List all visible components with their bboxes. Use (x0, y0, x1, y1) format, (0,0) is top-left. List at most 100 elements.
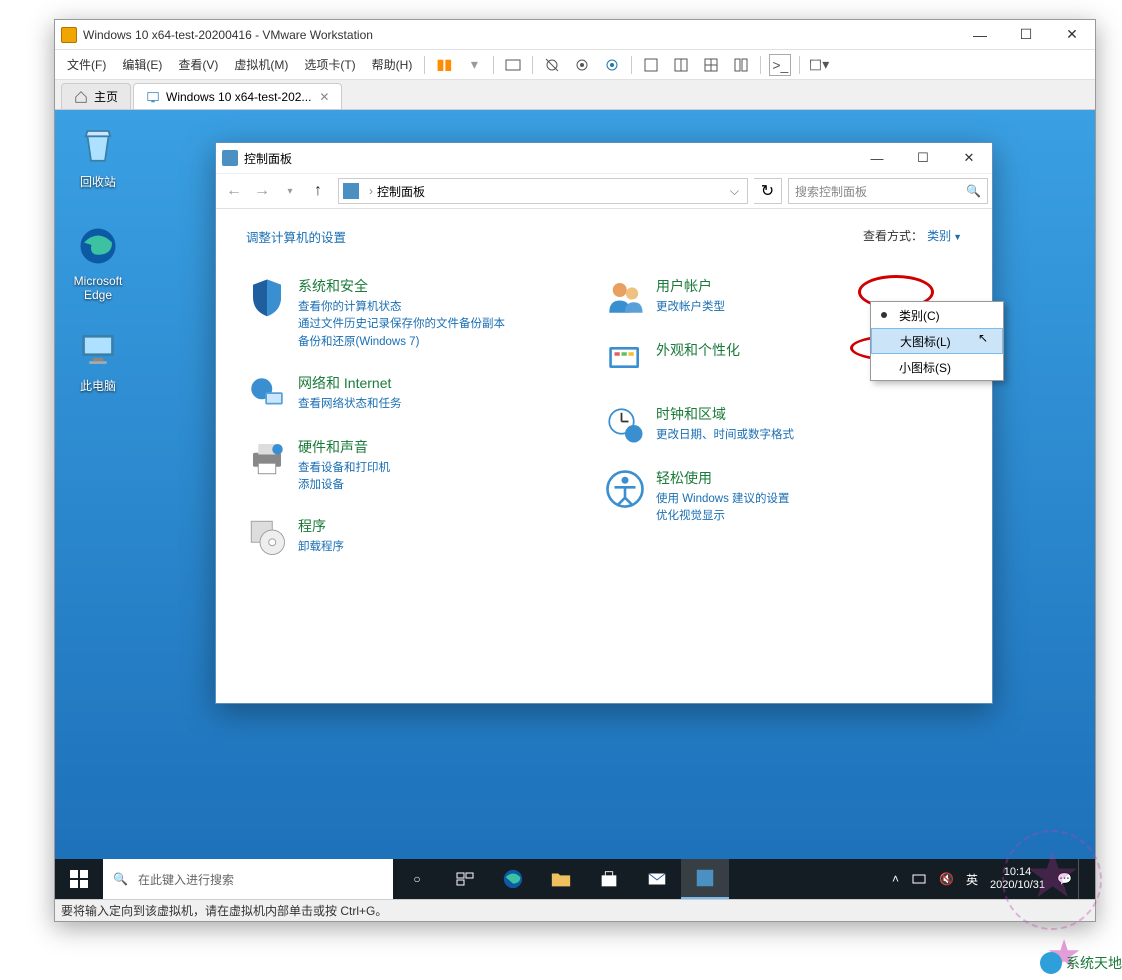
tab-close-icon[interactable]: ✕ (319, 90, 329, 104)
category-link[interactable]: 更改帐户类型 (656, 299, 725, 316)
refresh-button[interactable]: ↻ (754, 178, 782, 204)
view-grid-icon[interactable] (700, 54, 722, 76)
category-title: 外观和个性化 (656, 340, 740, 360)
category-link[interactable]: 添加设备 (298, 477, 390, 494)
windows-icon (70, 870, 88, 888)
option-label: 小图标(S) (899, 359, 951, 376)
revert-icon[interactable] (601, 54, 623, 76)
address-text: 控制面板 (377, 183, 425, 200)
category-link[interactable]: 优化视觉显示 (656, 508, 790, 525)
cp-close-button[interactable]: ✕ (946, 143, 992, 173)
cp-maximize-button[interactable]: ☐ (900, 143, 946, 173)
view-by-dropdown[interactable]: 类别▼ (927, 227, 962, 244)
view-by-option-category[interactable]: 类别(C) (871, 302, 1003, 328)
category-network[interactable]: 网络和 Internet 查看网络状态和任务 (246, 373, 604, 415)
stop-icon[interactable]: ▾ (463, 54, 485, 76)
nav-back-button[interactable]: ← (220, 177, 248, 205)
category-link[interactable]: 通过文件历史记录保存你的文件备份副本 (298, 316, 505, 333)
tray-clock[interactable]: 10:14 2020/10/31 (984, 859, 1051, 899)
address-dropdown-icon[interactable]: ⌵ (726, 184, 743, 199)
start-button[interactable] (55, 859, 103, 899)
taskbar-search-placeholder: 在此键入进行搜索 (138, 871, 234, 888)
printer-icon (246, 437, 288, 479)
minimize-button[interactable]: — (957, 20, 1003, 49)
chevron-down-icon: ▼ (953, 232, 962, 242)
nav-history-button[interactable]: ▾ (276, 177, 304, 205)
taskbar-control-panel[interactable] (681, 859, 729, 899)
view-by-value: 类别 (927, 229, 951, 243)
clock-globe-icon (604, 404, 646, 446)
menu-edit[interactable]: 编辑(E) (114, 53, 170, 76)
taskbar-store[interactable] (585, 859, 633, 899)
category-title: 硬件和声音 (298, 437, 390, 457)
vmware-title: Windows 10 x64-test-20200416 - VMware Wo… (83, 28, 957, 42)
tray-network-icon[interactable] (905, 859, 933, 899)
category-link[interactable]: 使用 Windows 建议的设置 (656, 491, 790, 508)
desktop-icon-recycle-bin[interactable]: 回收站 (61, 124, 135, 190)
category-link[interactable]: 备份和还原(Windows 7) (298, 334, 505, 351)
desktop-icon-this-pc[interactable]: 此电脑 (61, 328, 135, 394)
control-panel-icon (222, 150, 238, 166)
fullscreen-icon[interactable]: ▾ (808, 54, 830, 76)
address-bar[interactable]: › 控制面板 ⌵ (338, 178, 748, 204)
pause-icon[interactable]: ▮▮ (433, 54, 455, 76)
option-label: 大图标(L) (900, 333, 951, 350)
ease-of-access-icon (604, 468, 646, 510)
chevron-right-icon: › (369, 184, 373, 198)
guest-desktop[interactable]: 回收站 Microsoft Edge 此电脑 控制面板 — ☐ ✕ ← → ▾ (55, 110, 1095, 899)
category-clock-region[interactable]: 时钟和区域 更改日期、时间或数字格式 (604, 404, 962, 446)
view-single-icon[interactable] (640, 54, 662, 76)
tab-vm[interactable]: Windows 10 x64-test-202... ✕ (133, 83, 342, 109)
tray-ime[interactable]: 英 (960, 859, 984, 899)
view-by-option-small-icons[interactable]: 小图标(S) (871, 354, 1003, 380)
cortana-button[interactable]: ○ (393, 859, 441, 899)
view-split-icon[interactable] (670, 54, 692, 76)
globe-icon (246, 373, 288, 415)
tray-volume-icon[interactable]: 🔇 (933, 859, 960, 899)
view-by-option-large-icons[interactable]: 大图标(L) ↖ (871, 328, 1003, 354)
category-link[interactable]: 查看网络状态和任务 (298, 396, 402, 413)
show-desktop-button[interactable] (1078, 859, 1091, 899)
cp-heading: 调整计算机的设置 (246, 227, 962, 246)
menu-tabs[interactable]: 选项卡(T) (296, 53, 363, 76)
snapshot-icon[interactable] (541, 54, 563, 76)
address-icon (343, 183, 359, 199)
category-link[interactable]: 卸载程序 (298, 539, 344, 556)
tab-home[interactable]: 主页 (61, 83, 131, 109)
view-custom-icon[interactable] (730, 54, 752, 76)
store-icon (598, 868, 620, 890)
menu-file[interactable]: 文件(F) (59, 53, 114, 76)
maximize-button[interactable]: ☐ (1003, 20, 1049, 49)
console-icon[interactable]: >_ (769, 54, 791, 76)
send-ctrl-alt-del-icon[interactable] (502, 54, 524, 76)
close-button[interactable]: ✕ (1049, 20, 1095, 49)
tray-up-icon[interactable]: ˄ (886, 859, 905, 899)
task-view-button[interactable] (441, 859, 489, 899)
vmware-titlebar: Windows 10 x64-test-20200416 - VMware Wo… (55, 20, 1095, 50)
category-hardware-sound[interactable]: 硬件和声音 查看设备和打印机 添加设备 (246, 437, 604, 495)
watermark-text: 系统天地 (1066, 953, 1122, 973)
category-ease-of-access[interactable]: 轻松使用 使用 Windows 建议的设置 优化视觉显示 (604, 468, 962, 526)
category-link[interactable]: 查看你的计算机状态 (298, 299, 505, 316)
taskbar-edge[interactable] (489, 859, 537, 899)
menu-vm[interactable]: 虚拟机(M) (226, 53, 296, 76)
snapshot-manager-icon[interactable] (571, 54, 593, 76)
vmware-window: Windows 10 x64-test-20200416 - VMware Wo… (54, 19, 1096, 922)
nav-up-button[interactable]: ↑ (304, 177, 332, 205)
menu-view[interactable]: 查看(V) (170, 53, 226, 76)
category-programs[interactable]: 程序 卸载程序 (246, 516, 604, 558)
category-link[interactable]: 查看设备和打印机 (298, 460, 390, 477)
tray-notifications-icon[interactable]: 💬 (1051, 859, 1078, 899)
taskbar-explorer[interactable] (537, 859, 585, 899)
cp-minimize-button[interactable]: — (854, 143, 900, 173)
option-label: 类别(C) (899, 307, 940, 324)
nav-forward-button[interactable]: → (248, 177, 276, 205)
category-system-security[interactable]: 系统和安全 查看你的计算机状态 通过文件历史记录保存你的文件备份副本 备份和还原… (246, 276, 604, 351)
desktop-icon-edge[interactable]: Microsoft Edge (61, 225, 135, 302)
status-text: 要将输入定向到该虚拟机，请在虚拟机内部单击或按 Ctrl+G。 (61, 902, 387, 919)
taskbar-search-input[interactable]: 🔍 在此键入进行搜索 (103, 859, 393, 899)
category-link[interactable]: 更改日期、时间或数字格式 (656, 427, 794, 444)
menu-help[interactable]: 帮助(H) (364, 53, 421, 76)
cp-search-input[interactable]: 搜索控制面板 🔍 (788, 178, 988, 204)
taskbar-mail[interactable] (633, 859, 681, 899)
